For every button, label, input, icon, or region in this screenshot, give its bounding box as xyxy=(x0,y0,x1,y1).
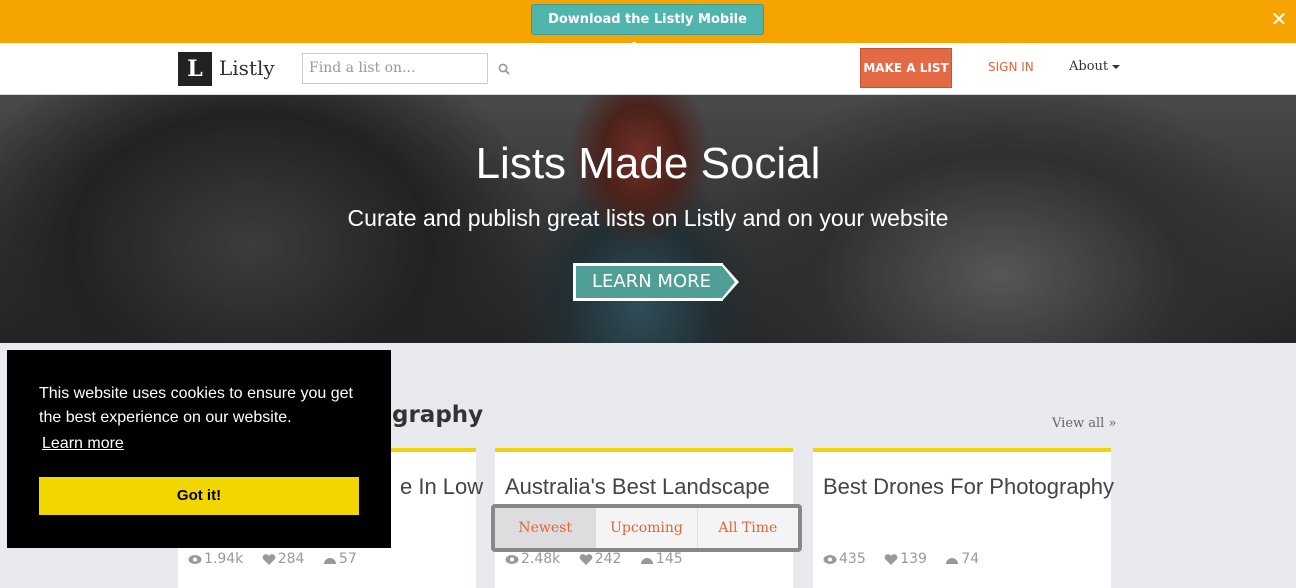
cookie-accept-button[interactable]: Got it! xyxy=(39,477,359,515)
heart-icon xyxy=(262,553,276,565)
score-count: 57 xyxy=(338,551,357,567)
gauge-icon xyxy=(323,557,336,564)
learn-more-arrow-fill xyxy=(722,266,735,298)
cookie-banner: This website uses cookies to ensure you … xyxy=(7,350,391,548)
card-stats: 1.94k 284 57 xyxy=(188,551,371,567)
likes-count: 284 xyxy=(277,551,305,567)
close-icon[interactable]: ✕ xyxy=(1268,8,1290,30)
eye-icon xyxy=(823,554,837,564)
hero-subtitle: Curate and publish great lists on Listly… xyxy=(347,205,949,231)
tab-upcoming[interactable]: Upcoming xyxy=(596,508,698,548)
tab-all-time[interactable]: All Time xyxy=(698,508,798,548)
likes-count: 139 xyxy=(900,551,927,567)
search-input[interactable]: Find a list on... xyxy=(302,53,488,84)
learn-more-button[interactable]: LEARN MORE xyxy=(573,263,723,301)
cookie-message: This website uses cookies to ensure you … xyxy=(39,385,353,426)
card-stats: 435 139 74 xyxy=(823,551,993,567)
likes-count: 242 xyxy=(594,551,622,567)
card-title[interactable]: Best Drones For Photography xyxy=(823,474,1114,500)
views-count: 2.48k xyxy=(521,551,561,567)
score-count: 145 xyxy=(655,551,683,567)
search-icon[interactable] xyxy=(498,63,510,75)
logo-mark[interactable]: L xyxy=(178,52,212,86)
about-label: About xyxy=(1069,59,1109,74)
view-all-link[interactable]: View all » xyxy=(1052,416,1116,431)
logo-text[interactable]: Listly xyxy=(219,56,275,80)
chevron-down-icon xyxy=(1112,64,1121,69)
make-list-button[interactable]: MAKE A LIST xyxy=(860,48,952,88)
card-title[interactable]: Australia's Best Landscape xyxy=(505,474,770,500)
gauge-icon xyxy=(640,557,653,564)
cookie-learn-more-link[interactable]: Learn more xyxy=(42,435,124,453)
gauge-icon xyxy=(946,557,959,564)
views-count: 435 xyxy=(839,551,866,567)
heart-icon xyxy=(579,553,593,565)
promo-bar: Download the Listly Mobile Apps ✕ xyxy=(0,0,1296,56)
hero-title: Lists Made Social xyxy=(475,139,821,188)
tab-newest[interactable]: Newest xyxy=(495,508,597,548)
hero-banner: Lists Made Social Curate and publish gre… xyxy=(0,95,1296,343)
section-title: graphy xyxy=(392,402,484,428)
eye-icon xyxy=(188,554,202,564)
views-count: 1.94k xyxy=(204,551,244,567)
heart-icon xyxy=(884,553,898,565)
eye-icon xyxy=(505,554,519,564)
card-title[interactable]: e In Low xyxy=(400,474,483,500)
top-nav: L Listly Find a list on... MAKE A LIST S… xyxy=(0,43,1296,95)
score-count: 74 xyxy=(961,551,980,567)
download-apps-button[interactable]: Download the Listly Mobile Apps xyxy=(531,4,764,56)
sign-in-link[interactable]: SIGN IN xyxy=(988,60,1034,74)
about-menu[interactable]: About xyxy=(1069,59,1121,74)
card-stats: 2.48k 242 145 xyxy=(505,551,697,567)
filter-tabs: Newest Upcoming All Time xyxy=(491,504,802,552)
list-card[interactable]: Best Drones For Photography 435 139 74 xyxy=(813,448,1114,588)
